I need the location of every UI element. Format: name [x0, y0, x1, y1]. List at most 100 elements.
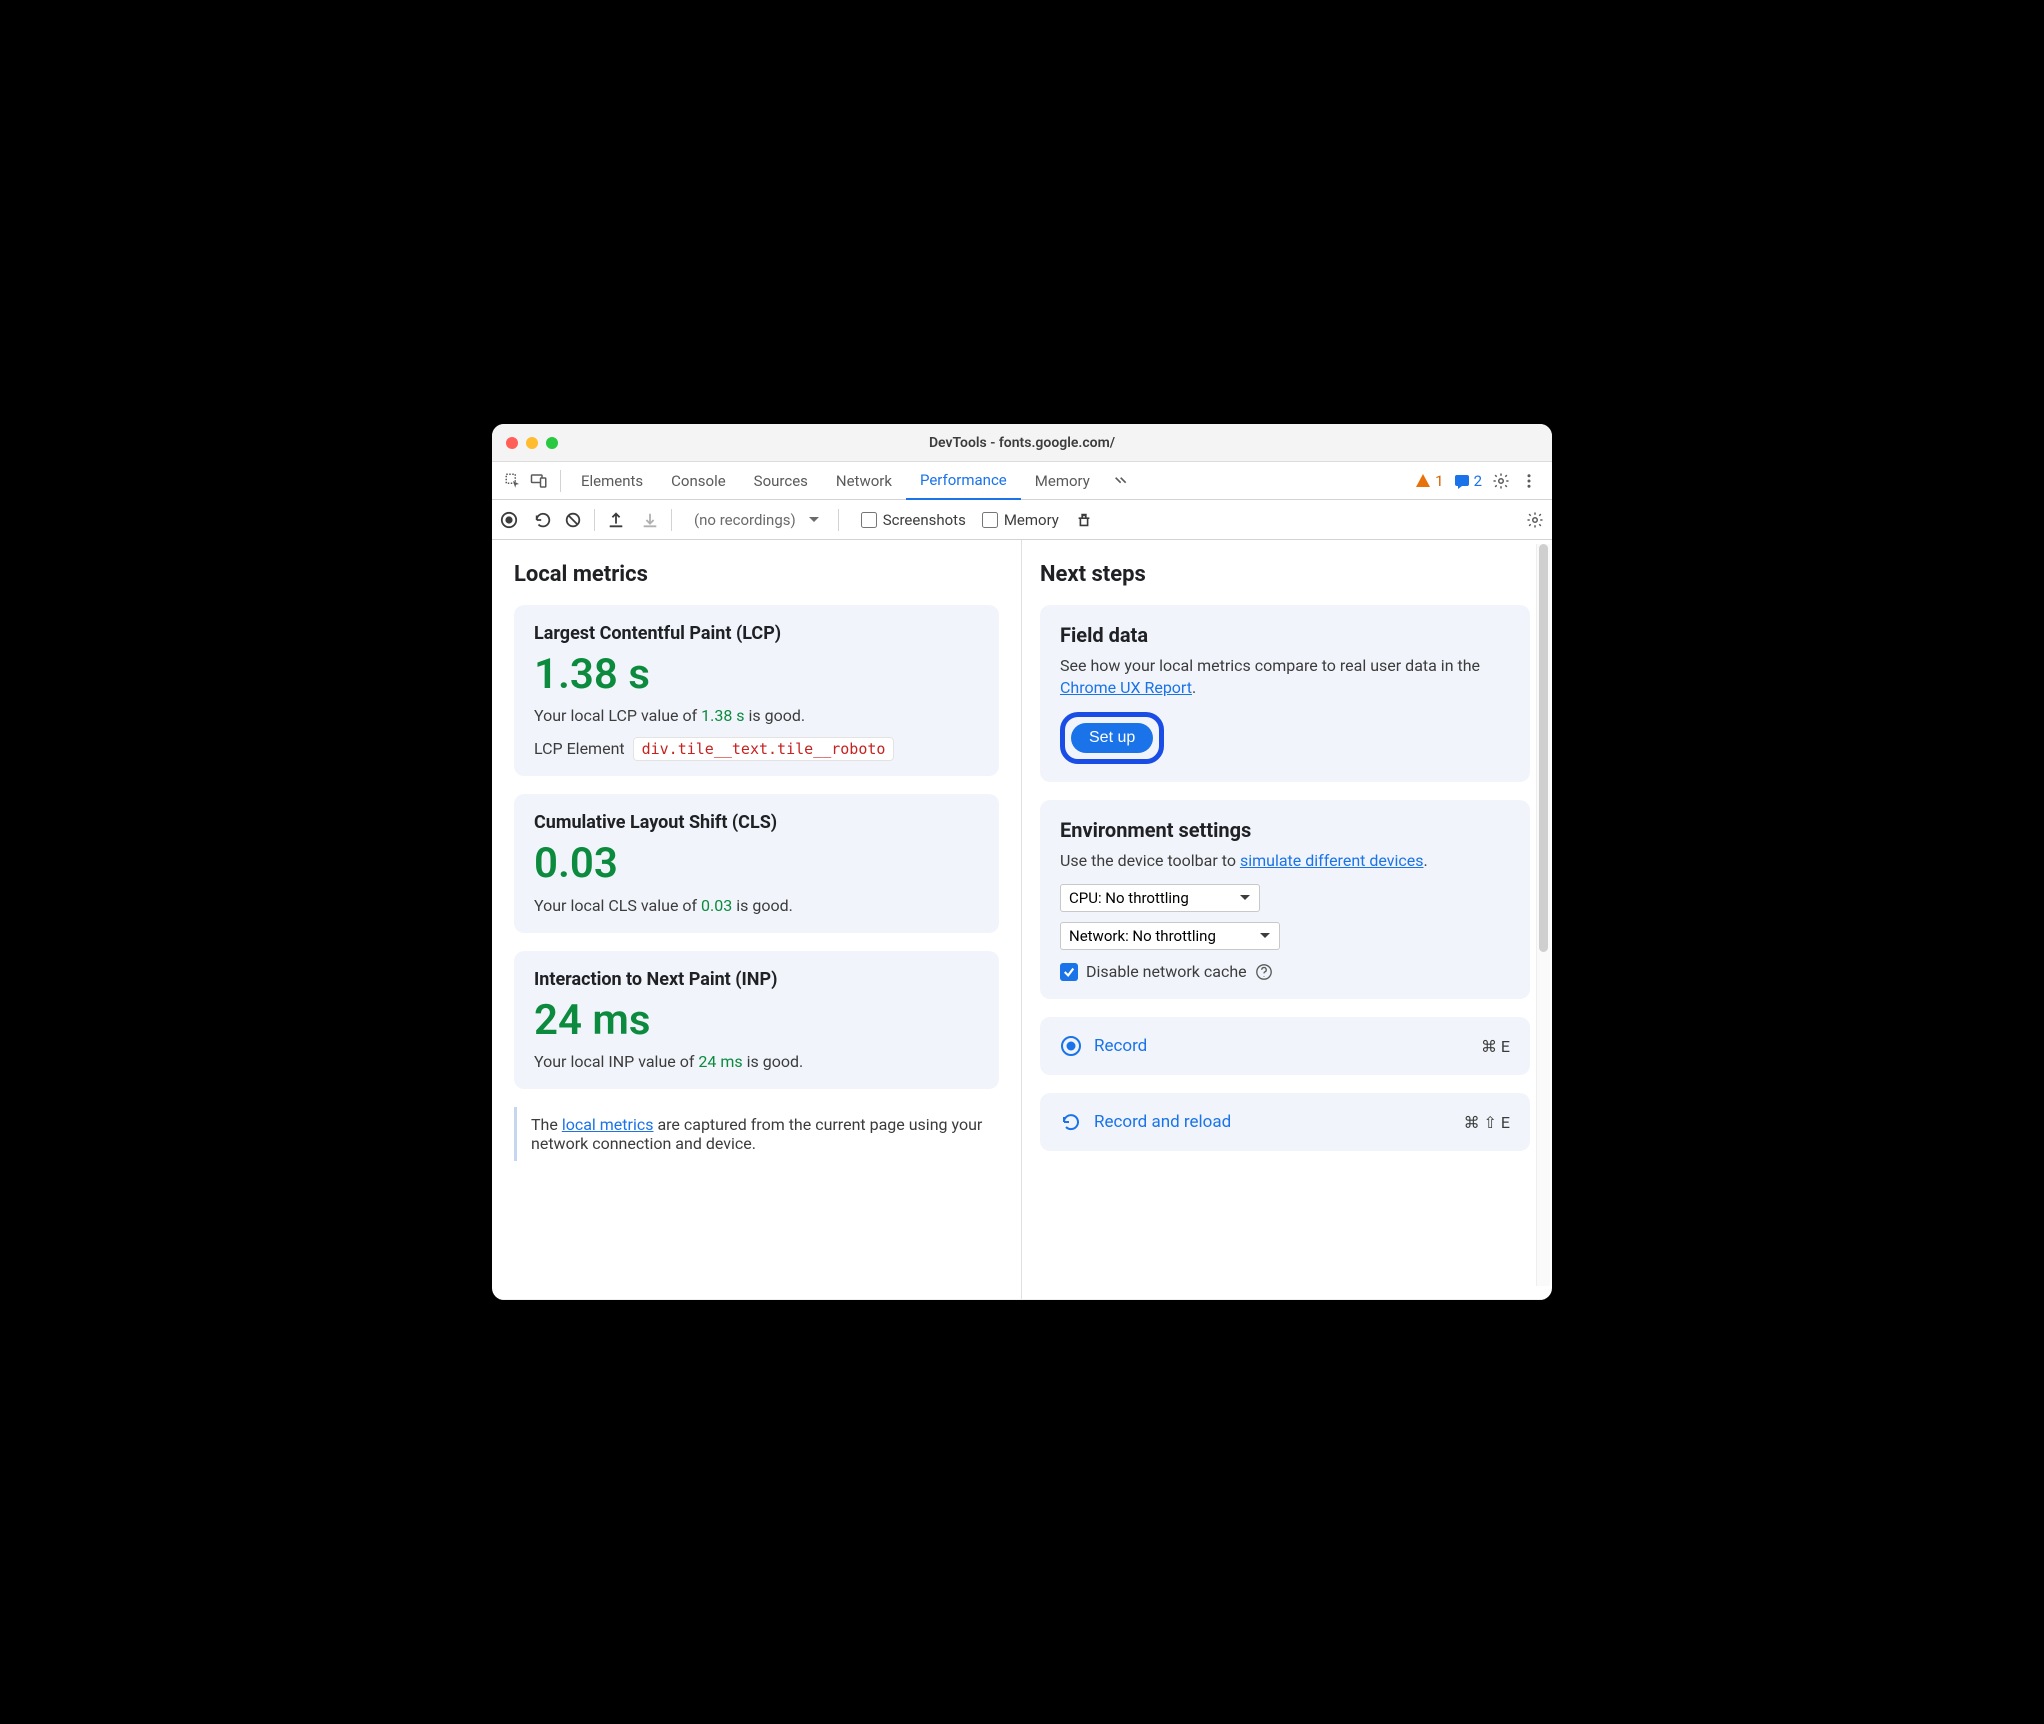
- minimize-window-button[interactable]: [526, 437, 538, 449]
- disable-cache-row[interactable]: Disable network cache: [1060, 962, 1510, 981]
- warnings-count[interactable]: 1: [1415, 472, 1443, 490]
- gc-icon[interactable]: [1075, 511, 1093, 529]
- cls-card: Cumulative Layout Shift (CLS) 0.03 Your …: [514, 794, 999, 932]
- tab-memory[interactable]: Memory: [1021, 462, 1104, 500]
- disable-cache-checkbox[interactable]: [1060, 963, 1078, 981]
- scrollbar-thumb[interactable]: [1539, 544, 1548, 952]
- panel-tabs: Elements Console Sources Network Perform…: [567, 462, 1144, 500]
- scrollbar-track[interactable]: [1536, 544, 1550, 1286]
- tab-console[interactable]: Console: [657, 462, 740, 500]
- network-throttle-select[interactable]: Network: No throttling: [1060, 922, 1280, 950]
- cls-title: Cumulative Layout Shift (CLS): [534, 812, 979, 833]
- tab-network[interactable]: Network: [822, 462, 906, 500]
- lcp-desc-prefix: Your local LCP value of: [534, 706, 701, 725]
- lcp-card: Largest Contentful Paint (LCP) 1.38 s Yo…: [514, 605, 999, 776]
- tab-sources[interactable]: Sources: [740, 462, 822, 500]
- cls-value: 0.03: [534, 839, 979, 889]
- tabs-row: Elements Console Sources Network Perform…: [492, 462, 1552, 500]
- inp-desc-suffix: is good.: [743, 1052, 804, 1071]
- lcp-desc-value: 1.38 s: [701, 706, 744, 725]
- record-reload-action[interactable]: Record and reload ⌘ ⇧ E: [1040, 1093, 1530, 1151]
- lcp-desc-suffix: is good.: [745, 706, 806, 725]
- inspect-icon[interactable]: [504, 472, 522, 490]
- separator: [560, 470, 561, 492]
- screenshots-checkbox[interactable]: Screenshots: [861, 511, 966, 529]
- chevron-down-icon: [1239, 894, 1251, 902]
- clear-icon[interactable]: [564, 511, 582, 529]
- local-metrics-note: The local metrics are captured from the …: [514, 1107, 999, 1161]
- lcp-element-row: LCP Element div.tile__text.tile__roboto: [534, 739, 979, 758]
- net-option-label: Network: No throttling: [1069, 927, 1216, 945]
- warnings-number: 1: [1435, 472, 1443, 490]
- field-data-title: Field data: [1060, 623, 1510, 647]
- cls-desc-prefix: Your local CLS value of: [534, 896, 701, 915]
- reload-icon[interactable]: [534, 511, 552, 529]
- local-metrics-link[interactable]: local metrics: [562, 1115, 654, 1134]
- issues-count[interactable]: 2: [1454, 472, 1482, 490]
- settings-gear-icon[interactable]: [1492, 472, 1510, 490]
- cls-desc-value: 0.03: [701, 896, 732, 915]
- cpu-throttle-select[interactable]: CPU: No throttling: [1060, 884, 1260, 912]
- lcp-title: Largest Contentful Paint (LCP): [534, 623, 979, 644]
- local-metrics-heading: Local metrics: [514, 562, 999, 587]
- cls-desc: Your local CLS value of 0.03 is good.: [534, 896, 979, 915]
- recordings-dropdown[interactable]: [808, 516, 826, 524]
- lcp-element-selector[interactable]: div.tile__text.tile__roboto: [633, 737, 895, 761]
- cls-desc-suffix: is good.: [732, 896, 793, 915]
- setup-button[interactable]: Set up: [1071, 723, 1153, 753]
- record-dot-icon[interactable]: [500, 511, 518, 529]
- cpu-option-label: CPU: No throttling: [1069, 889, 1189, 907]
- inp-value: 24 ms: [534, 996, 979, 1046]
- performance-toolbar: (no recordings) Screenshots Memory: [492, 500, 1552, 540]
- env-text-suffix: .: [1424, 851, 1428, 870]
- lcp-element-label: LCP Element: [534, 739, 625, 758]
- panel-settings-icon[interactable]: [1526, 511, 1544, 529]
- help-icon[interactable]: [1255, 963, 1273, 981]
- download-icon[interactable]: [641, 511, 659, 529]
- inp-card: Interaction to Next Paint (INP) 24 ms Yo…: [514, 951, 999, 1089]
- inp-title: Interaction to Next Paint (INP): [534, 969, 979, 990]
- titlebar: DevTools - fonts.google.com/: [492, 424, 1552, 462]
- note-prefix: The: [531, 1115, 562, 1134]
- memory-label: Memory: [1004, 511, 1059, 529]
- field-data-text-prefix: See how your local metrics compare to re…: [1060, 656, 1480, 675]
- memory-checkbox[interactable]: Memory: [982, 511, 1059, 529]
- tab-performance[interactable]: Performance: [906, 462, 1021, 500]
- inp-desc-value: 24 ms: [698, 1052, 742, 1071]
- record-circle-icon: [1060, 1035, 1082, 1057]
- record-action[interactable]: Record ⌘ E: [1040, 1017, 1530, 1075]
- field-data-text-suffix: .: [1192, 678, 1196, 697]
- lcp-desc: Your local LCP value of 1.38 s is good.: [534, 706, 979, 725]
- close-window-button[interactable]: [506, 437, 518, 449]
- more-menu-icon[interactable]: [1520, 472, 1538, 490]
- simulate-devices-link[interactable]: simulate different devices: [1240, 851, 1424, 870]
- chevron-down-icon: [1259, 932, 1271, 940]
- devtools-window: DevTools - fonts.google.com/ Elements Co…: [492, 424, 1552, 1300]
- upload-icon[interactable]: [607, 511, 625, 529]
- field-data-text: See how your local metrics compare to re…: [1060, 655, 1510, 700]
- env-text-prefix: Use the device toolbar to: [1060, 851, 1240, 870]
- window-title: DevTools - fonts.google.com/: [492, 435, 1552, 451]
- next-steps-column: Next steps Field data See how your local…: [1022, 540, 1552, 1299]
- memory-checkbox-input[interactable]: [982, 512, 998, 528]
- inp-desc: Your local INP value of 24 ms is good.: [534, 1052, 979, 1071]
- setup-highlight: Set up: [1060, 712, 1164, 764]
- env-settings-card: Environment settings Use the device tool…: [1040, 800, 1530, 999]
- reload-circle-icon: [1060, 1111, 1082, 1133]
- disable-cache-label: Disable network cache: [1086, 962, 1247, 981]
- env-title: Environment settings: [1060, 818, 1510, 842]
- screenshots-label: Screenshots: [883, 511, 966, 529]
- field-data-card: Field data See how your local metrics co…: [1040, 605, 1530, 782]
- zoom-window-button[interactable]: [546, 437, 558, 449]
- device-toolbar-icon[interactable]: [530, 472, 548, 490]
- tab-elements[interactable]: Elements: [567, 462, 657, 500]
- recordings-label: (no recordings): [684, 511, 802, 529]
- record-label: Record: [1094, 1036, 1469, 1056]
- crux-report-link[interactable]: Chrome UX Report: [1060, 678, 1192, 697]
- screenshots-checkbox-input[interactable]: [861, 512, 877, 528]
- issues-number: 2: [1474, 472, 1482, 490]
- tabs-overflow-icon[interactable]: [1104, 475, 1144, 487]
- lcp-value: 1.38 s: [534, 650, 979, 700]
- record-reload-shortcut: ⌘ ⇧ E: [1464, 1113, 1510, 1132]
- separator: [594, 509, 595, 531]
